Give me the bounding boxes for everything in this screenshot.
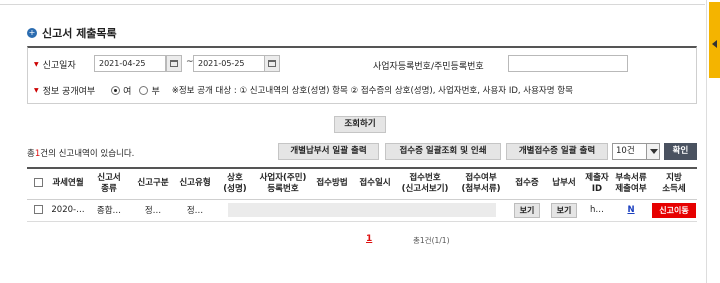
header-category: 신고구분: [131, 167, 175, 200]
date-from-input[interactable]: 2021-04-25: [94, 55, 166, 72]
header-local-tax: 지방 소득세: [651, 167, 697, 200]
header-receipt-time: 접수일시: [353, 167, 397, 200]
redacted-block: [228, 203, 496, 217]
header-receipt-status: 접수여부 (첨부서류): [453, 167, 509, 200]
table-row: 2020-… 종합… 정… 정… 보기 보기 h… N 신고이동: [27, 199, 697, 222]
page-size-select[interactable]: 10건: [612, 143, 660, 160]
required-marker-icon: ▼: [34, 86, 39, 94]
section-title: 신고서 제출목록: [42, 27, 117, 40]
cell-redacted: [215, 199, 509, 222]
radio-no-label: 부: [151, 86, 160, 97]
radio-selected-icon[interactable]: [111, 85, 121, 95]
header-attachment: 부속서류 제출여부: [611, 167, 651, 200]
page-size-value: 10건: [616, 146, 635, 156]
header-type: 신고유형: [175, 167, 215, 200]
bulk-receipt-lookup-button[interactable]: 접수증 일괄조회 및 인쇄: [385, 143, 501, 160]
cell-attachment: N: [611, 199, 651, 222]
header-receipt: 접수증: [509, 167, 545, 200]
cell-form-type: 종합…: [87, 199, 131, 222]
cell-receipt: 보기: [509, 199, 545, 222]
bulk-payment-print-button[interactable]: 개별납부서 일괄 출력: [278, 143, 379, 160]
cell-payment: 보기: [545, 199, 583, 222]
view-payment-button[interactable]: 보기: [551, 202, 577, 218]
search-row-date: ▼ 신고일자 2021-04-25 ~ 2021-05-25 사업자등록번호/주…: [28, 52, 696, 76]
cell-local-tax: 신고이동: [651, 199, 697, 222]
radio-disclose-yes[interactable]: 여: [111, 84, 131, 97]
report-table: 과세연월 신고서 종류 신고구분 신고유형 상호 (성명) 사업자(주민) 등록번호 …: [27, 167, 697, 222]
cell-submitter: h…: [583, 199, 611, 222]
calendar-to-icon[interactable]: [264, 55, 280, 72]
header-receipt-method: 접수방법: [311, 167, 353, 200]
page-total: 총1건(1/1): [413, 236, 450, 245]
table-header-row: 과세연월 신고서 종류 신고구분 신고유형 상호 (성명) 사업자(주민) 등록번호 …: [27, 167, 697, 200]
radio-unselected-icon[interactable]: [139, 85, 149, 95]
disclosure-label: ▼ 정보 공개여부: [28, 84, 95, 97]
count-suffix: 건의 신고내역이 있습니다.: [40, 149, 135, 159]
cell-category: 정…: [131, 199, 175, 222]
section-heading: + 신고서 제출목록: [27, 25, 117, 41]
count-prefix: 총: [27, 149, 35, 159]
row-select-cell[interactable]: [27, 199, 49, 222]
select-all-checkbox[interactable]: [33, 178, 43, 188]
biz-number-label: 사업자등록번호/주민등록번호: [373, 62, 484, 72]
side-panel-tab[interactable]: [706, 0, 720, 283]
attachment-link[interactable]: N: [627, 205, 634, 215]
header-select-all[interactable]: [27, 167, 49, 200]
radio-disclose-no[interactable]: 부: [139, 84, 160, 97]
header-submitter-id: 제출자 ID: [583, 167, 611, 200]
header-payment: 납부서: [545, 167, 583, 200]
header-biz-number: 사업자(주민) 등록번호: [255, 167, 311, 200]
date-to-input[interactable]: 2021-05-25: [193, 55, 265, 72]
search-button[interactable]: 조회하기: [334, 116, 386, 133]
plus-circle-icon: +: [27, 28, 37, 38]
header-company: 상호 (성명): [215, 167, 255, 200]
disclosure-notice: ※정보 공개 대상 : ① 신고내역의 상호(성명) 항목 ② 접수증의 상호(…: [171, 86, 573, 96]
radio-yes-label: 여: [123, 86, 132, 97]
page-number-current[interactable]: 1: [366, 234, 372, 244]
report-date-text: 신고일자: [42, 60, 76, 71]
disclosure-text: 정보 공개여부: [42, 86, 96, 97]
biz-number-input[interactable]: [508, 55, 628, 72]
search-panel: ▼ 신고일자 2021-04-25 ~ 2021-05-25 사업자등록번호/주…: [27, 46, 697, 104]
confirm-button[interactable]: 확인: [664, 143, 697, 160]
calendar-from-icon[interactable]: [166, 55, 182, 72]
cell-period: 2020-…: [49, 199, 87, 222]
header-period: 과세연월: [49, 167, 87, 200]
local-tax-move-button[interactable]: 신고이동: [652, 202, 696, 218]
header-form-type: 신고서 종류: [87, 167, 131, 200]
top-divider: [0, 0, 705, 5]
bulk-receipt-print-button[interactable]: 개별접수증 일괄 출력: [506, 143, 608, 160]
chevron-down-icon[interactable]: [646, 144, 659, 159]
report-date-label: ▼ 신고일자: [28, 58, 76, 71]
view-receipt-button[interactable]: 보기: [514, 202, 540, 218]
search-row-disclosure: ▼ 정보 공개여부 여 부 ※정보 공개 대상 : ① 신고내역의 상호(성명)…: [28, 78, 573, 102]
cell-type: 정…: [175, 199, 215, 222]
header-receipt-number: 접수번호 (신고서보기): [397, 167, 453, 200]
result-count: 총1건의 신고내역이 있습니다.: [27, 147, 134, 159]
collapse-arrow-icon[interactable]: [712, 40, 717, 48]
row-checkbox[interactable]: [33, 205, 43, 214]
required-marker-icon: ▼: [34, 60, 39, 68]
